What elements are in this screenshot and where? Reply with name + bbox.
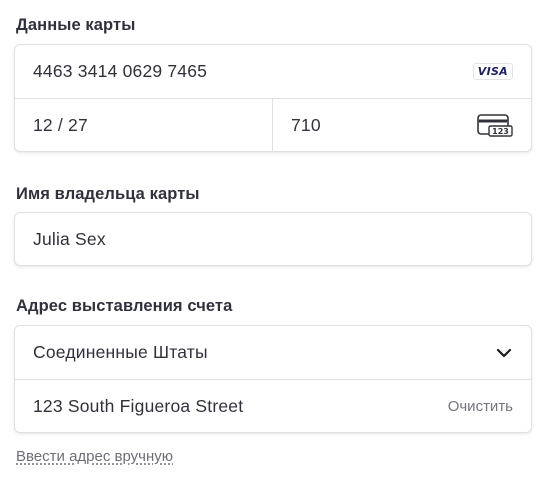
cardholder-name-value: Julia Sex (33, 228, 106, 249)
expiry-field[interactable]: 12 / 27 (15, 99, 273, 151)
chevron-down-icon (496, 348, 512, 357)
expiry-value: 12 / 27 (33, 114, 88, 135)
billing-address-box: Соединенные Штаты 123 South Figueroa Str… (14, 325, 532, 433)
billing-section-label: Адрес выставления счета (16, 297, 233, 315)
visa-icon: VISA (472, 63, 513, 80)
card-number-value: 4463 3414 0629 7465 (33, 61, 208, 81)
payment-form: Данные карты 4463 3414 0629 7465 VISA 12… (0, 0, 538, 480)
address-line-value: 123 South Figueroa Street (33, 395, 244, 416)
card-section-label: Данные карты (16, 16, 136, 34)
manual-address-link[interactable]: Ввести адрес вручную (16, 448, 173, 465)
card-details-box: 4463 3414 0629 7465 VISA 12 / 27 710 123 (14, 44, 532, 152)
country-value: Соединенные Штаты (33, 342, 208, 362)
cvc-card-icon: 123 (477, 114, 513, 137)
cardholder-section-label: Имя владельца карты (16, 185, 200, 203)
country-select[interactable]: Соединенные Штаты (15, 326, 531, 379)
address-line-field[interactable]: 123 South Figueroa Street Очистить (15, 379, 531, 432)
cvc-icon-text: 123 (492, 127, 509, 136)
clear-address-button[interactable]: Очистить (448, 398, 513, 415)
cvc-field[interactable]: 710 123 (273, 99, 531, 151)
cvc-value: 710 (291, 114, 321, 135)
cardholder-name-field[interactable]: Julia Sex (14, 212, 532, 266)
card-number-field[interactable]: 4463 3414 0629 7465 VISA (15, 45, 531, 98)
